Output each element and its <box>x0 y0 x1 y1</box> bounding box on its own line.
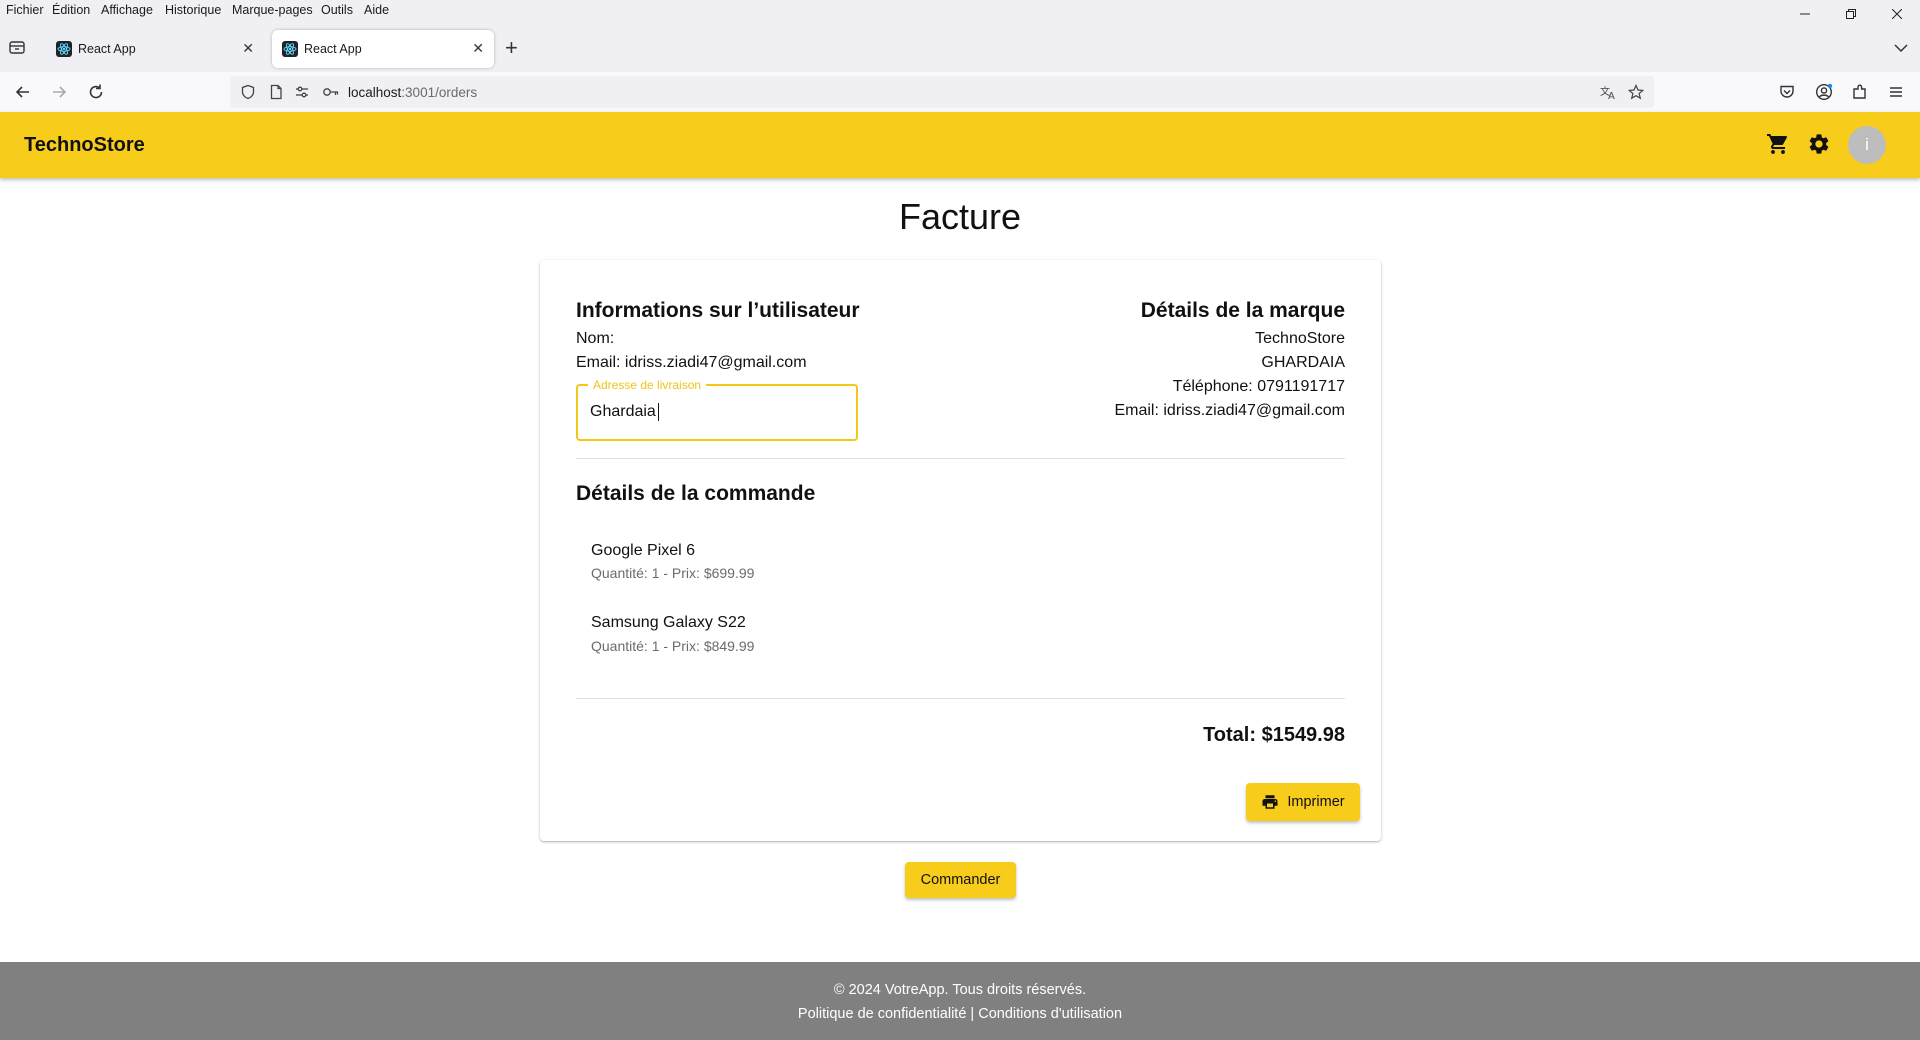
tab-strip: React App ✕ React App ✕ + <box>0 22 1920 72</box>
divider <box>576 458 1345 459</box>
page-title: Facture <box>898 196 1022 237</box>
user-email-line: Email: idriss.ziadi47@gmail.com <box>576 354 807 371</box>
text-caret <box>658 403 659 421</box>
tab-title: React App <box>304 42 362 56</box>
account-icon[interactable] <box>1815 83 1833 101</box>
brand-email: Email: idriss.ziadi47@gmail.com <box>1114 402 1345 419</box>
delivery-address-input[interactable] <box>590 401 840 423</box>
footer-links[interactable]: Politique de confidentialité | Condition… <box>0 1006 1920 1022</box>
order-item-detail: Quantité: 1 - Prix: $849.99 <box>591 638 755 654</box>
avatar[interactable]: i <box>1848 126 1886 164</box>
bookmark-star-icon[interactable] <box>1627 84 1645 105</box>
app-header: TechnoStore i <box>0 112 1920 178</box>
close-tab-icon[interactable]: ✕ <box>472 40 484 57</box>
print-button[interactable]: Imprimer <box>1246 783 1360 821</box>
cart-icon[interactable] <box>1766 132 1790 156</box>
reload-icon[interactable] <box>87 83 105 101</box>
chevron-down-icon[interactable] <box>1894 40 1908 58</box>
hamburger-menu-icon[interactable] <box>1887 83 1905 101</box>
svg-text:A: A <box>1608 91 1615 100</box>
tab-react-app-1[interactable]: React App ✕ <box>46 30 264 68</box>
shield-icon[interactable] <box>240 84 256 105</box>
key-icon[interactable] <box>322 84 340 105</box>
react-icon <box>282 41 298 57</box>
brand-logo[interactable]: TechnoStore <box>24 134 145 157</box>
menu-marque-pages[interactable]: Marque-pages <box>232 3 313 17</box>
browser-menubar: Fichier Édition Affichage Historique Mar… <box>0 0 1920 22</box>
footer: © 2024 VotreApp. Tous droits réservés. P… <box>0 962 1920 1040</box>
extensions-icon[interactable] <box>1851 83 1869 101</box>
footer-copyright: © 2024 VotreApp. Tous droits réservés. <box>833 982 1087 998</box>
delivery-address-field[interactable]: Adresse de livraison <box>576 378 858 441</box>
tab-react-app-2[interactable]: React App ✕ <box>272 30 494 68</box>
print-button-label: Imprimer <box>1287 794 1345 810</box>
browser-navbar: localhost:3001/orders 文A <box>0 72 1920 112</box>
forward-icon[interactable] <box>50 83 68 101</box>
divider <box>576 698 1345 699</box>
menu-fichier[interactable]: Fichier <box>6 3 44 17</box>
menu-aide[interactable]: Aide <box>364 3 389 17</box>
close-tab-icon[interactable]: ✕ <box>242 40 254 57</box>
order-total: Total: $1549.98 <box>1203 724 1345 746</box>
url-path: :3001/orders <box>401 85 478 100</box>
react-icon <box>56 41 72 57</box>
new-tab-icon[interactable]: + <box>505 37 518 59</box>
menu-affichage[interactable]: Affichage <box>101 3 153 17</box>
back-icon[interactable] <box>14 83 32 101</box>
pocket-icon[interactable] <box>1778 83 1796 101</box>
user-info-heading: Informations sur l’utilisateur <box>576 299 860 322</box>
permissions-icon[interactable] <box>294 84 310 105</box>
url-text[interactable]: localhost:3001/orders <box>348 85 477 100</box>
printer-icon <box>1262 795 1278 809</box>
order-item-name: Google Pixel 6 <box>591 542 696 559</box>
menu-historique[interactable]: Historique <box>165 3 221 17</box>
brand-details-heading: Détails de la marque <box>1140 299 1345 322</box>
order-button[interactable]: Commander <box>905 862 1016 898</box>
delivery-address-label: Adresse de livraison <box>588 378 707 392</box>
order-details-heading: Détails de la commande <box>576 482 816 505</box>
brand-city: GHARDAIA <box>1261 354 1345 371</box>
user-name-line: Nom: <box>576 330 615 347</box>
url-bar[interactable]: localhost:3001/orders 文A <box>230 76 1654 108</box>
brand-phone: Téléphone: 0791191717 <box>1172 378 1345 395</box>
invoice-card: Informations sur l’utilisateur Nom: Emai… <box>540 260 1381 841</box>
translate-icon[interactable]: 文A <box>1600 84 1618 105</box>
order-item-name: Samsung Galaxy S22 <box>591 614 746 631</box>
page-icon[interactable] <box>268 84 284 105</box>
tab-list-icon[interactable] <box>8 38 32 58</box>
order-item-detail: Quantité: 1 - Prix: $699.99 <box>591 565 755 581</box>
tab-title: React App <box>78 42 136 56</box>
menu-outils[interactable]: Outils <box>321 3 353 17</box>
url-host: localhost <box>348 85 402 100</box>
gear-icon[interactable] <box>1807 132 1831 156</box>
brand-name: TechnoStore <box>1255 330 1345 347</box>
menu-edition[interactable]: Édition <box>52 3 90 17</box>
